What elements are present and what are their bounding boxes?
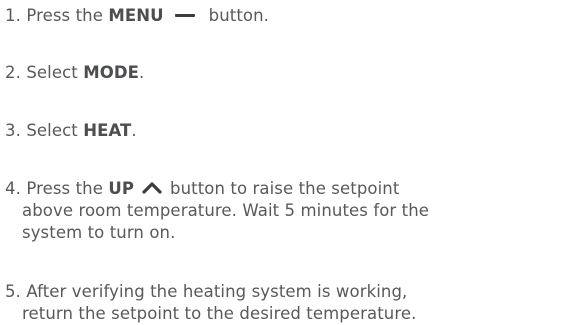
step-number: 5.: [5, 282, 21, 301]
mode-label: MODE: [83, 63, 140, 82]
step-4: 4. Press the UP button to raise the setpo…: [5, 178, 560, 244]
step-5: 5. After verifying the heating system is…: [5, 281, 560, 325]
step-1: 1. Press the MENU button.: [5, 5, 560, 27]
step-number: 4.: [5, 179, 21, 198]
step-text: Press the: [26, 6, 103, 25]
step-number: 1.: [5, 6, 21, 25]
step-punct: .: [131, 121, 137, 140]
up-button-label: UP: [108, 179, 135, 198]
step-text: button.: [208, 6, 270, 25]
step-text-line-2: return the setpoint to the desired tempe…: [22, 304, 417, 323]
step-text: Press the: [26, 179, 103, 198]
step-text: Select: [26, 63, 78, 82]
heat-label: HEAT: [83, 121, 132, 140]
step-text-line-2: above room temperature. Wait 5 minutes f…: [22, 201, 430, 220]
step-text-line-3: system to turn on.: [22, 223, 176, 242]
step-text: Select: [26, 121, 78, 140]
step-punct: .: [139, 63, 145, 82]
minus-dash-icon: [174, 13, 195, 17]
step-2: 2. Select MODE.: [5, 62, 560, 84]
step-text: button to raise the setpoint: [170, 179, 400, 198]
menu-button-label: MENU: [108, 6, 164, 25]
chevron-up-icon: [142, 182, 162, 194]
step-number: 3.: [5, 121, 21, 140]
step-3: 3. Select HEAT.: [5, 120, 560, 142]
step-text: After verifying the heating system is wo…: [26, 282, 408, 301]
step-number: 2.: [5, 63, 21, 82]
